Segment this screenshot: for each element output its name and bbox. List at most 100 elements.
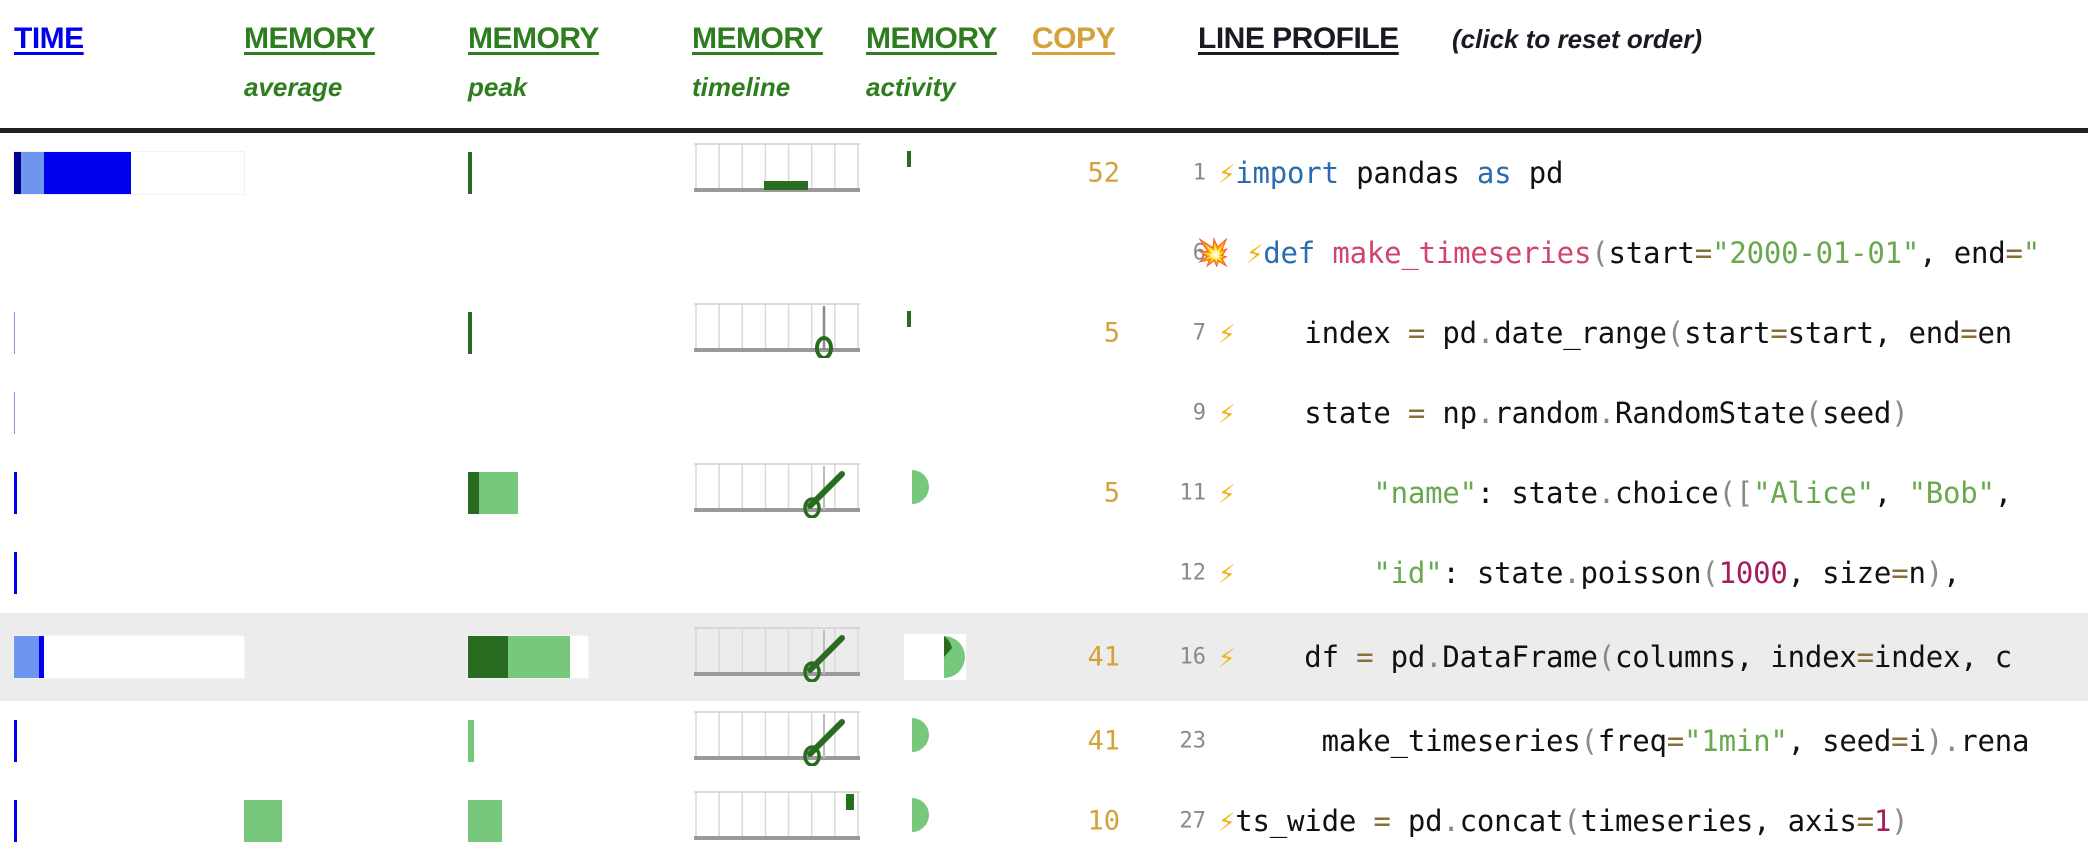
cell-memory-peak[interactable] [468, 133, 588, 213]
memory-timeline-sparkline[interactable] [692, 710, 862, 772]
column-header-time[interactable]: TIME [14, 22, 84, 56]
time-bar[interactable] [14, 392, 244, 434]
memory-peak-bar[interactable] [468, 472, 588, 514]
cell-time[interactable] [14, 213, 244, 293]
cell-time[interactable] [14, 133, 244, 213]
memory-average-bar[interactable] [244, 720, 349, 762]
table-row[interactable]: 9⚡ state = np.random.RandomState(seed) [0, 373, 2088, 453]
cell-code[interactable]: make_timeseries(freq="1min", seed=i).ren… [1218, 701, 2088, 781]
cell-memory-timeline[interactable] [692, 133, 892, 213]
memory-peak-bar[interactable] [468, 800, 588, 842]
table-row[interactable]: 6💥⚡def make_timeseries(start="2000-01-01… [0, 213, 2088, 293]
memory-average-bar[interactable] [244, 312, 349, 354]
cell-code[interactable]: ⚡ index = pd.date_range(start=start, end… [1218, 293, 2088, 373]
cell-memory-timeline[interactable] [692, 213, 892, 293]
cell-memory-peak[interactable] [468, 533, 588, 613]
cell-code[interactable]: ⚡def make_timeseries(start="2000-01-01",… [1246, 213, 2088, 293]
cell-memory-activity[interactable] [904, 213, 984, 293]
table-row[interactable]: 12⚡ "id": state.poisson(1000, size=n), [0, 533, 2088, 613]
memory-peak-bar[interactable] [468, 152, 588, 194]
cell-time[interactable] [14, 293, 244, 373]
column-header-memory-timeline[interactable]: MEMORY [692, 22, 823, 56]
cell-code[interactable]: ⚡ "id": state.poisson(1000, size=n), [1218, 533, 2088, 613]
cell-time[interactable] [14, 781, 244, 861]
cell-time[interactable] [14, 373, 244, 453]
cell-line-number[interactable]: 7 [1138, 293, 1206, 373]
cell-time[interactable] [14, 613, 244, 701]
memory-peak-bar[interactable] [468, 552, 588, 594]
memory-average-bar[interactable] [244, 152, 349, 194]
memory-activity-indicator[interactable] [904, 715, 966, 767]
table-row[interactable]: 4123 make_timeseries(freq="1min", seed=i… [0, 701, 2088, 781]
reset-order-hint[interactable]: (click to reset order) [1452, 24, 1702, 55]
memory-average-bar[interactable] [244, 636, 349, 678]
cell-time[interactable] [14, 453, 244, 533]
cell-memory-timeline[interactable] [692, 453, 892, 533]
memory-peak-bar[interactable] [468, 312, 588, 354]
table-row[interactable]: 521⚡import pandas as pd [0, 133, 2088, 213]
cell-line-number[interactable]: 9 [1138, 373, 1206, 453]
memory-average-bar[interactable] [244, 392, 349, 434]
memory-average-bar[interactable] [244, 232, 349, 274]
memory-peak-bar[interactable] [468, 636, 588, 678]
cell-memory-activity[interactable] [904, 373, 984, 453]
cell-memory-average[interactable] [244, 781, 349, 861]
cell-line-number[interactable]: 11 [1138, 453, 1206, 533]
memory-average-bar[interactable] [244, 472, 349, 514]
cell-memory-peak[interactable] [468, 213, 588, 293]
column-header-memory-average[interactable]: MEMORY [244, 22, 375, 56]
cell-memory-peak[interactable] [468, 293, 588, 373]
time-bar[interactable] [14, 552, 244, 594]
cell-memory-average[interactable] [244, 453, 349, 533]
time-bar[interactable] [14, 636, 244, 678]
cell-code[interactable]: ⚡ts_wide = pd.concat(timeseries, axis=1) [1218, 781, 2088, 861]
cell-memory-peak[interactable] [468, 453, 588, 533]
cell-line-number[interactable]: 1 [1138, 133, 1206, 213]
memory-timeline-sparkline[interactable] [692, 626, 862, 688]
memory-activity-indicator[interactable] [904, 467, 966, 519]
cell-line-number[interactable]: 12 [1138, 533, 1206, 613]
table-row[interactable]: 4116⚡ df = pd.DataFrame(columns, index=i… [0, 613, 2088, 701]
cell-memory-timeline[interactable] [692, 373, 892, 453]
column-header-memory-peak[interactable]: MEMORY [468, 22, 599, 56]
cell-memory-timeline[interactable] [692, 293, 892, 373]
time-bar[interactable] [14, 720, 244, 762]
cell-line-number[interactable]: 16 [1138, 613, 1206, 701]
cell-memory-activity[interactable] [904, 781, 984, 861]
cell-memory-activity[interactable] [904, 133, 984, 213]
cell-memory-peak[interactable] [468, 613, 588, 701]
memory-timeline-sparkline[interactable] [692, 142, 862, 204]
memory-peak-bar[interactable] [468, 232, 588, 274]
cell-code[interactable]: ⚡import pandas as pd [1218, 133, 2088, 213]
table-row[interactable]: 57⚡ index = pd.date_range(start=start, e… [0, 293, 2088, 373]
cell-memory-peak[interactable] [468, 701, 588, 781]
cell-memory-activity[interactable] [904, 533, 984, 613]
memory-average-bar[interactable] [244, 552, 349, 594]
cell-memory-timeline[interactable] [692, 613, 892, 701]
cell-code[interactable]: ⚡ state = np.random.RandomState(seed) [1218, 373, 2088, 453]
cell-memory-average[interactable] [244, 293, 349, 373]
memory-average-bar[interactable] [244, 800, 349, 842]
time-bar[interactable] [14, 152, 244, 194]
cell-memory-peak[interactable] [468, 373, 588, 453]
cell-code[interactable]: ⚡ df = pd.DataFrame(columns, index=index… [1218, 613, 2088, 701]
column-header-line-profile[interactable]: LINE PROFILE [1198, 22, 1399, 56]
cell-line-number[interactable]: 27 [1138, 781, 1206, 861]
memory-timeline-sparkline[interactable] [692, 790, 862, 852]
cell-memory-activity[interactable] [904, 453, 984, 533]
column-header-memory-activity[interactable]: MEMORY [866, 22, 997, 56]
cell-memory-average[interactable] [244, 213, 349, 293]
table-row[interactable]: 1027⚡ts_wide = pd.concat(timeseries, axi… [0, 781, 2088, 861]
cell-memory-peak[interactable] [468, 781, 588, 861]
cell-time[interactable] [14, 533, 244, 613]
cell-code[interactable]: ⚡ "name": state.choice(["Alice", "Bob", [1218, 453, 2088, 533]
cell-line-number[interactable]: 23 [1138, 701, 1206, 781]
memory-activity-indicator[interactable] [904, 307, 966, 359]
cell-memory-timeline[interactable] [692, 781, 892, 861]
cell-memory-timeline[interactable] [692, 701, 892, 781]
memory-peak-bar[interactable] [468, 392, 588, 434]
cell-memory-average[interactable] [244, 373, 349, 453]
cell-memory-average[interactable] [244, 613, 349, 701]
time-bar[interactable] [14, 472, 244, 514]
cell-memory-activity[interactable] [904, 613, 984, 701]
